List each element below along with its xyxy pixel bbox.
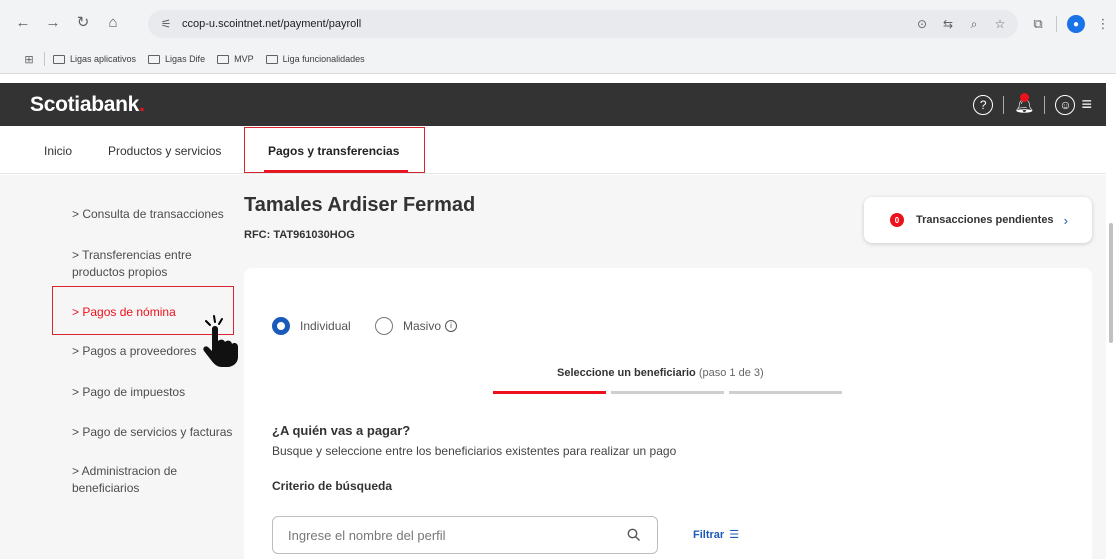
notifications-bell-icon[interactable]: 🔔︎: [1014, 92, 1034, 115]
search-placeholder[interactable]: Ingrese el nombre del perfil: [288, 528, 627, 543]
sidebar-item-pago-servicios-facturas[interactable]: > Pago de servicios y facturas: [72, 424, 232, 441]
address-bar[interactable]: ⚟ ccop-u.scointnet.net/payment/payroll ⊙…: [148, 10, 1018, 38]
header-divider: [1003, 95, 1005, 114]
help-icon[interactable]: ?: [973, 94, 994, 115]
folder-icon: [53, 54, 65, 64]
bookmark-star-icon[interactable]: ☆: [992, 17, 1008, 31]
page-scrollbar[interactable]: [1106, 83, 1116, 559]
scrollbar-thumb[interactable]: [1109, 223, 1113, 343]
filter-label: Filtrar: [693, 528, 725, 541]
logo-dot: .: [139, 92, 145, 116]
home-icon[interactable]: ⌂: [100, 9, 126, 35]
site-header: Scotiabank. ? 🔔︎ ☺ ≡: [0, 83, 1106, 126]
extensions-icon[interactable]: ⧉: [1030, 16, 1046, 32]
radio-unselected-icon[interactable]: [375, 317, 393, 335]
beneficiary-search-input[interactable]: Ingrese el nombre del perfil: [272, 516, 658, 554]
radio-label: Individual: [300, 319, 351, 333]
bookmark-label: Ligas Dife: [165, 54, 206, 64]
bookmarks-divider: [44, 52, 45, 66]
step-bar-2: [611, 391, 724, 394]
bookmark-label: Liga funcionalidades: [282, 54, 365, 64]
main-nav-tabs: Inicio Productos y servicios Pagos y tra…: [0, 128, 1106, 174]
rfc-label: RFC: TAT961030HOG: [244, 229, 355, 241]
sidebar-item-pagos-proveedores[interactable]: > Pagos a proveedores: [72, 343, 196, 360]
radio-selected-icon[interactable]: [272, 317, 290, 335]
folder-icon: [265, 54, 278, 64]
header-divider: [1044, 95, 1046, 114]
step-bar-1: [493, 391, 606, 394]
bookmark-label: Ligas aplicativos: [70, 54, 137, 64]
question-heading: ¿A quién vas a pagar?: [272, 423, 411, 438]
radio-label: Masivo: [403, 319, 442, 333]
zoom-icon[interactable]: ⌕: [966, 17, 982, 32]
step-bar-3: [729, 391, 842, 394]
bookmark-ligas-dife[interactable]: Ligas Dife: [148, 54, 205, 64]
back-icon[interactable]: ←: [10, 9, 36, 35]
browser-toolbar: ← → ↻ ⌂ ⚟ ccop-u.scointnet.net/payment/p…: [0, 0, 1116, 74]
bookmarks-bar: ⊞ Ligas aplicativos Ligas Dife MVP Liga …: [0, 48, 1116, 70]
tab-inicio[interactable]: Inicio: [44, 128, 72, 174]
bookmark-label: MVP: [234, 54, 254, 64]
forward-icon[interactable]: →: [40, 9, 66, 35]
sidebar-item-transferencias-propios[interactable]: > Transferencias entre productos propios: [72, 247, 222, 281]
sidebar-item-administracion-beneficiarios[interactable]: > Administracion de beneficiarios: [72, 463, 212, 497]
radio-masivo[interactable]: Masivo i: [375, 317, 458, 335]
step-indicator-label: Seleccione un beneficiario (paso 1 de 3): [557, 367, 764, 379]
filter-button[interactable]: Filtrar ☰: [693, 528, 740, 542]
pending-label: Transacciones pendientes: [916, 214, 1054, 226]
bookmark-ligas-aplicativos[interactable]: Ligas aplicativos: [53, 54, 136, 64]
scotiabank-logo[interactable]: Scotiabank.: [30, 93, 145, 117]
profile-avatar-icon[interactable]: ●: [1067, 15, 1085, 33]
chevron-right-icon: ›: [1063, 212, 1068, 228]
notification-badge: [1020, 92, 1030, 102]
search-icon[interactable]: [627, 528, 641, 542]
filter-sliders-icon: ☰: [729, 529, 740, 541]
folder-icon: [148, 54, 161, 64]
hand-cursor-icon: [203, 315, 238, 367]
location-icon[interactable]: ⊙: [914, 17, 930, 31]
tab-highlight-box: [244, 127, 425, 173]
page-title: Tamales Ardiser Fermad: [244, 194, 476, 216]
sidebar-item-consulta-transacciones[interactable]: > Consulta de transacciones: [72, 206, 224, 223]
bookmark-mvp[interactable]: MVP: [217, 54, 254, 64]
more-menu-icon[interactable]: ⋮: [1095, 16, 1111, 32]
reload-icon[interactable]: ↻: [70, 9, 96, 35]
url-text[interactable]: ccop-u.scointnet.net/payment/payroll: [182, 18, 361, 30]
hamburger-menu-icon[interactable]: ≡: [1081, 94, 1092, 115]
question-description: Busque y seleccione entre los beneficiar…: [272, 444, 677, 458]
tab-productos-servicios[interactable]: Productos y servicios: [108, 128, 221, 174]
sidebar-item-pago-impuestos[interactable]: > Pago de impuestos: [72, 384, 185, 401]
search-criteria-label: Criterio de búsqueda: [272, 479, 393, 493]
pending-transactions-button[interactable]: 0 Transacciones pendientes ›: [864, 197, 1092, 243]
site-settings-icon[interactable]: ⚟: [154, 17, 178, 31]
profile-icon[interactable]: ☺: [1055, 94, 1076, 115]
info-icon[interactable]: i: [445, 320, 458, 332]
pending-count-badge: 0: [890, 213, 904, 227]
step-count: (paso 1 de 3): [698, 367, 764, 379]
translate-icon[interactable]: ⇆: [940, 17, 956, 31]
apps-grid-icon[interactable]: ⊞: [22, 53, 36, 66]
radio-individual[interactable]: Individual: [272, 317, 351, 335]
step-title: Seleccione un beneficiario: [557, 367, 696, 379]
logo-text: Scotiabank: [30, 92, 140, 116]
folder-icon: [217, 54, 230, 64]
bookmark-liga-funcionalidades[interactable]: Liga funcionalidades: [265, 54, 365, 64]
toolbar-divider: [1056, 16, 1057, 32]
